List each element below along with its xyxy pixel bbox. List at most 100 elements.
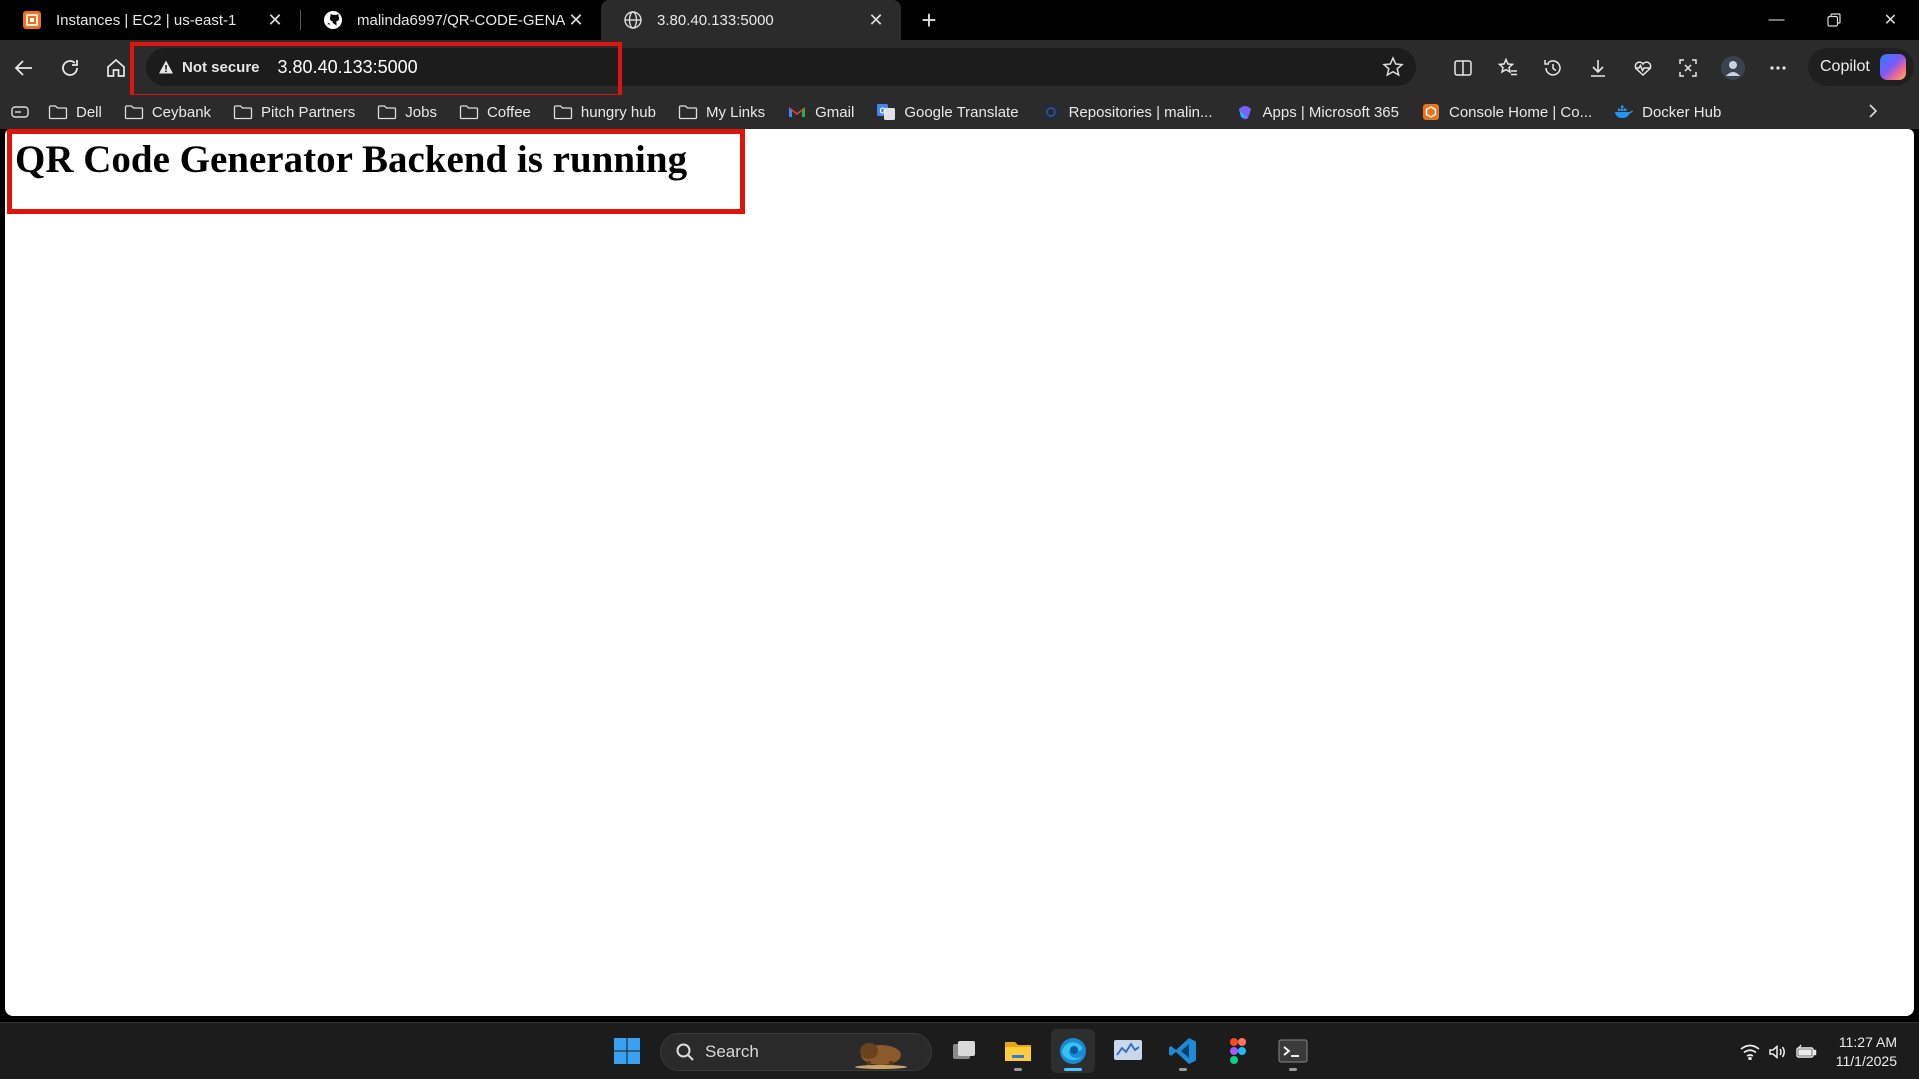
- history-icon[interactable]: [1530, 48, 1575, 88]
- performance-monitor-button[interactable]: [1106, 1029, 1150, 1073]
- copilot-label: Copilot: [1820, 58, 1870, 75]
- folder-icon: [459, 103, 479, 121]
- vscode-button[interactable]: [1161, 1029, 1205, 1073]
- terminal-button[interactable]: [1271, 1029, 1315, 1073]
- profile-avatar[interactable]: [1710, 48, 1755, 88]
- running-indicator: [1064, 1068, 1082, 1071]
- search-icon: [676, 1043, 694, 1061]
- bookmark-jobs[interactable]: Jobs: [377, 103, 437, 121]
- bookmark-label: hungry hub: [580, 103, 656, 121]
- bookmark-label: My Links: [705, 103, 766, 121]
- browser-essentials-icon[interactable]: [1620, 48, 1665, 88]
- bookmark-ceybank[interactable]: Ceybank: [124, 103, 211, 121]
- bookmark-my-links[interactable]: My Links: [678, 103, 765, 121]
- bookmark-console-home[interactable]: Console Home | Co...: [1421, 103, 1592, 121]
- bookmark-microsoft-365[interactable]: Apps | Microsoft 365: [1235, 103, 1399, 121]
- folder-icon: [124, 103, 144, 121]
- monitor-icon: [1114, 1040, 1142, 1060]
- chevron-right-icon[interactable]: [1863, 101, 1883, 125]
- folder-icon: [233, 103, 253, 121]
- more-options-icon[interactable]: [1755, 48, 1800, 88]
- svg-text:G: G: [880, 107, 886, 116]
- bookmark-label: Repositories | malin...: [1068, 103, 1213, 121]
- edge-icon: [1060, 1038, 1086, 1064]
- figma-button[interactable]: [1216, 1029, 1260, 1073]
- new-tab-button[interactable]: +: [909, 0, 949, 40]
- wifi-icon[interactable]: [1736, 1044, 1764, 1060]
- bookmark-dell[interactable]: Dell: [48, 103, 102, 121]
- time-text: 11:27 AM: [1838, 1033, 1897, 1050]
- bookmark-google-translate[interactable]: G Google Translate: [876, 103, 1019, 121]
- bookmark-hungry-hub[interactable]: hungry hub: [553, 103, 656, 121]
- bookmark-label: Apps | Microsoft 365: [1262, 103, 1399, 121]
- search-highlight-icon: [855, 1043, 907, 1069]
- taskbar-search[interactable]: Search: [660, 1033, 932, 1071]
- tab-title: malinda6997/QR-CODE-GENARA: [357, 11, 565, 29]
- volume-icon[interactable]: [1764, 1044, 1792, 1060]
- bookmark-label: Ceybank: [151, 103, 212, 121]
- translate-icon: G: [876, 103, 896, 121]
- copilot-button[interactable]: Copilot: [1808, 48, 1914, 86]
- bookmark-label: Dell: [76, 103, 102, 121]
- aws-icon: [22, 10, 42, 30]
- taskbar: Search 11:27 AM 11/1/2025: [0, 1022, 1919, 1079]
- window-controls: — ✕: [1748, 0, 1919, 40]
- start-button[interactable]: [605, 1029, 649, 1073]
- aws-icon: [1421, 103, 1441, 121]
- heading-highlight-box: [7, 129, 745, 214]
- running-indicator: [1289, 1068, 1297, 1071]
- tab-strip: Instances | EC2 | us-east-1 ✕ malinda699…: [0, 0, 1919, 40]
- bookmark-label: Docker Hub: [1642, 103, 1722, 121]
- bookmark-repositories[interactable]: Repositories | malin...: [1041, 103, 1213, 121]
- split-screen-icon[interactable]: [1440, 48, 1485, 88]
- m365-icon: [1235, 103, 1255, 121]
- bookmark-label: Jobs: [405, 103, 437, 121]
- folder-icon: [678, 103, 698, 121]
- copilot-icon: [1879, 54, 1906, 80]
- refresh-button[interactable]: [48, 46, 92, 90]
- globe-icon: [623, 10, 643, 30]
- tab-backend[interactable]: 3.80.40.133:5000 ✕: [601, 0, 901, 40]
- terminal-icon: [1278, 1039, 1308, 1063]
- favorites-icon[interactable]: [1485, 48, 1530, 88]
- docker-icon: [1614, 103, 1634, 121]
- folder-icon: [48, 103, 68, 121]
- url-highlight-box: [130, 42, 622, 98]
- close-icon[interactable]: ✕: [565, 9, 587, 31]
- tab-ec2-instances[interactable]: Instances | EC2 | us-east-1 ✕: [0, 0, 300, 40]
- bookmark-docker-hub[interactable]: Docker Hub: [1614, 103, 1721, 121]
- bookmark-gmail[interactable]: Gmail: [787, 103, 854, 121]
- figma-icon: [1230, 1038, 1246, 1064]
- close-icon[interactable]: ✕: [865, 9, 887, 31]
- file-explorer-button[interactable]: [996, 1029, 1040, 1073]
- battery-icon[interactable]: [1792, 1044, 1820, 1060]
- date-text: 11/1/2025: [1835, 1052, 1897, 1069]
- running-indicator: [1014, 1068, 1022, 1071]
- folder-icon: [1005, 1042, 1031, 1061]
- clock[interactable]: 11:27 AM 11/1/2025: [1836, 1033, 1897, 1071]
- minimize-icon[interactable]: —: [1748, 0, 1805, 40]
- close-window-icon[interactable]: ✕: [1862, 0, 1919, 40]
- download-icon[interactable]: [1575, 48, 1620, 88]
- restore-icon[interactable]: [1805, 0, 1862, 40]
- repo-icon: [1041, 103, 1061, 121]
- collections-icon[interactable]: [10, 103, 30, 121]
- screenshot-icon[interactable]: [1665, 48, 1710, 88]
- bookmark-coffee[interactable]: Coffee: [459, 103, 531, 121]
- tab-title: 3.80.40.133:5000: [657, 11, 774, 29]
- close-icon[interactable]: ✕: [264, 9, 286, 31]
- windows-icon: [614, 1038, 640, 1064]
- favorite-star-icon[interactable]: [1382, 56, 1404, 83]
- edge-button[interactable]: [1051, 1029, 1095, 1073]
- bookmark-label: Google Translate: [904, 103, 1019, 121]
- bookmark-label: Gmail: [815, 103, 855, 121]
- page-viewport: QR Code Generator Backend is running: [5, 129, 1914, 1016]
- bookmark-label: Pitch Partners: [261, 103, 356, 121]
- task-view-icon: [953, 1041, 975, 1059]
- github-icon: [323, 10, 343, 30]
- running-indicator: [1179, 1068, 1187, 1071]
- back-button[interactable]: [2, 46, 46, 90]
- tab-github-repo[interactable]: malinda6997/QR-CODE-GENARA ✕: [301, 0, 601, 40]
- task-view-button[interactable]: [942, 1029, 986, 1073]
- bookmark-pitch-partners[interactable]: Pitch Partners: [233, 103, 355, 121]
